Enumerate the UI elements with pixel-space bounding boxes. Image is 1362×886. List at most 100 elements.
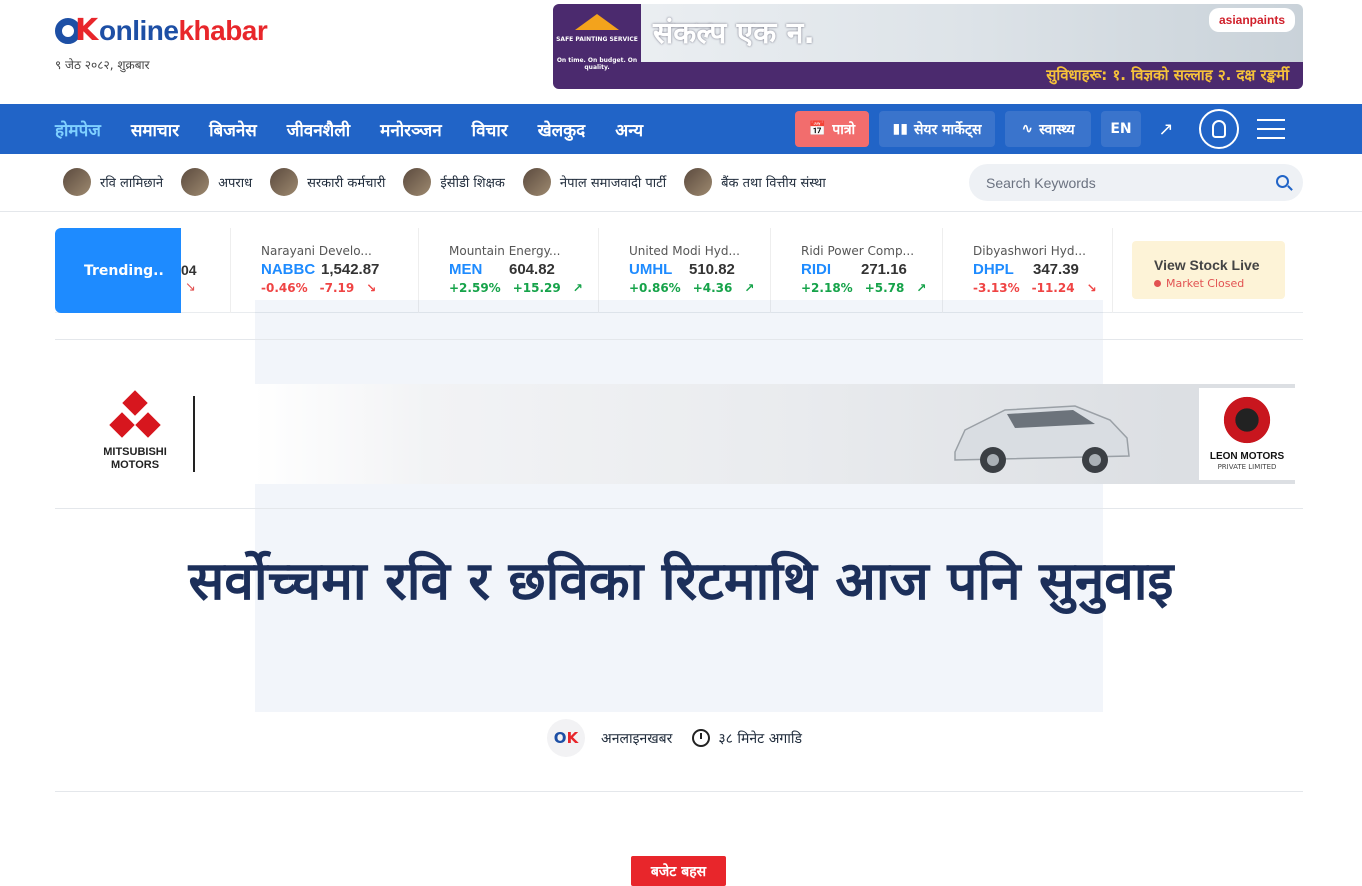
search-icon[interactable] [1276, 175, 1289, 188]
stock-price: 1,542.87 [321, 261, 380, 278]
category-tag[interactable]: बजेट बहस [631, 856, 726, 886]
patro-button[interactable]: 📅 पात्रो [795, 111, 869, 147]
clock-icon [692, 729, 711, 747]
health-button[interactable]: ∿ स्वास्थ्य [1005, 111, 1091, 147]
search-box [969, 164, 1303, 201]
stock-card[interactable]: Ridi Power Comp... RIDI 271.16 +2.18% +5.7… [771, 228, 943, 313]
arrow-up-icon: ↗ [572, 281, 583, 295]
brand-name: MITSUBISHI MOTORS [103, 446, 167, 471]
arrow-up-icon: ↗ [916, 281, 927, 295]
divider [55, 339, 1303, 340]
arrow-down-icon: ↘ [185, 280, 196, 295]
topic-avatar [63, 168, 91, 196]
divider [55, 508, 1303, 509]
menu-icon[interactable] [1257, 119, 1285, 139]
stock-price: 04 [181, 262, 197, 278]
topic-item[interactable]: अपराध [181, 168, 252, 196]
topic-avatar [270, 168, 299, 196]
share-market-button[interactable]: ▮▮ सेयर मार्केट्स [879, 111, 995, 147]
page: K onlinekhabar ९ जेठ २०८२, शुक्रबार SAFE… [0, 0, 1362, 886]
stock-change: -3.13% -11.24 ↘ [973, 281, 1097, 295]
topic-item[interactable]: बैंक तथा वित्तीय संस्था [684, 168, 826, 196]
article-headline: सर्वोच्चमा रवि र छविका रिटमाथि आज पनि सु… [188, 551, 1174, 612]
stock-price: 604.82 [509, 261, 555, 278]
current-date: ९ जेठ २०८२, शुक्रबार [55, 58, 150, 72]
nav-item-opinion[interactable]: विचार [472, 118, 508, 141]
article-byline: OK अनलाइनखबर ३८ मिनेट अगाडि [547, 718, 802, 758]
ad-title: संकल्प एक न. [653, 16, 815, 51]
trending-icon[interactable]: ↗ [1151, 111, 1181, 147]
lion-icon [1219, 394, 1275, 446]
stock-symbol: DHPL [973, 261, 1014, 278]
top-banner-ad[interactable]: SAFE PAINTING SERVICE On time. On budget… [553, 4, 1303, 89]
author-name[interactable]: अनलाइनखबर [601, 729, 672, 748]
candlestick-icon: ▮▮ [892, 121, 908, 137]
topic-item[interactable]: नेपाल समाजवादी पार्टी [522, 168, 666, 196]
stock-change: +2.59% +15.29 ↗ [449, 281, 583, 295]
topic-bar: रवि लामिछाने अपराध सरकारी कर्मचारी ईसीडी… [0, 154, 1362, 212]
stock-symbol: MEN [449, 261, 483, 278]
arrow-down-icon: ↘ [1086, 281, 1097, 295]
mitsubishi-logo: MITSUBISHI MOTORS [95, 390, 175, 472]
ad-brand: asianpaints [1208, 8, 1295, 32]
leon-motors-logo: LEON MOTORS PRIVATE LIMITED [1199, 388, 1295, 480]
stock-name: United Modi Hyd... [629, 244, 740, 258]
language-button[interactable]: EN [1101, 111, 1141, 147]
logo-text: onlinekhabar [99, 15, 268, 46]
arrow-down-icon: ↘ [366, 281, 377, 295]
arrow-up-icon: ↗ [744, 281, 755, 295]
stock-card[interactable]: Narayani Develo... NABBC 1,542.87 -0.46% -… [231, 228, 419, 313]
painting-service-badge: SAFE PAINTING SERVICE On time. On budget… [553, 4, 641, 89]
stock-name: Narayani Develo... [261, 244, 372, 258]
stock-name: Dibyashwori Hyd... [973, 244, 1086, 258]
nav-item-business[interactable]: बिजनेस [209, 118, 257, 141]
status-dot-icon [1154, 280, 1161, 287]
topic-item[interactable]: सरकारी कर्मचारी [270, 168, 385, 196]
author-avatar[interactable]: OK [547, 719, 585, 757]
pulse-icon: ∿ [1021, 121, 1034, 137]
publish-time: ३८ मिनेट अगाडि [718, 730, 803, 747]
stock-price: 271.16 [861, 261, 907, 278]
view-live-label: View Stock Live [1154, 257, 1260, 273]
topic-label: अपराध [218, 176, 253, 191]
topic-item[interactable]: ईसीडी शिक्षक [403, 168, 505, 196]
stock-symbol: UMHL [629, 261, 673, 278]
topic-item[interactable]: रवि लामिछाने [63, 168, 163, 196]
site-header: K onlinekhabar ९ जेठ २०८२, शुक्रबार SAFE… [0, 0, 1362, 104]
site-logo[interactable]: K onlinekhabar [55, 15, 268, 46]
three-diamond-icon [105, 390, 165, 442]
mitsubishi-banner-ad[interactable]: MITSUBISHI MOTORS LEON MOTORS PRIVATE LI… [55, 384, 1295, 484]
search-input[interactable] [986, 174, 1256, 191]
topic-label: बैंक तथा वित्तीय संस्था [721, 176, 826, 191]
stock-card[interactable]: United Modi Hyd... UMHL 510.82 +0.86% +4.3… [599, 228, 771, 313]
user-icon[interactable] [1199, 109, 1239, 149]
divider [55, 791, 1303, 792]
nav-item-other[interactable]: अन्य [615, 118, 643, 141]
nav-menu: होमपेज समाचार बिजनेस जीवनशैली मनोरञ्जन व… [55, 104, 673, 154]
nav-tools: 📅 पात्रो ▮▮ सेयर मार्केट्स ∿ स्वास्थ्य E… [795, 109, 1285, 149]
stock-card[interactable]: Dibyashwori Hyd... DHPL 347.39 -3.13% -11.… [943, 228, 1113, 313]
topic-label: सरकारी कर्मचारी [307, 176, 386, 191]
nav-item-home[interactable]: होमपेज [55, 118, 101, 141]
ad-strip: सुविधाहरू: १. विज्ञको सल्लाह २. दक्ष रङ्… [641, 62, 1303, 89]
nav-item-lifestyle[interactable]: जीवनशैली [287, 118, 350, 141]
share-market-label: सेयर मार्केट्स [913, 121, 982, 138]
nav-item-sports[interactable]: खेलकुद [538, 118, 586, 141]
stock-card[interactable]: Mountain Energy... MEN 604.82 +2.59% +15.2… [419, 228, 599, 313]
stock-name: Ridi Power Comp... [801, 244, 915, 258]
stock-card-partial[interactable]: 04 ↘ [181, 228, 231, 313]
trending-badge: Trending.. [55, 228, 181, 313]
topic-avatar [522, 168, 551, 196]
main-nav: होमपेज समाचार बिजनेस जीवनशैली मनोरञ्जन व… [0, 104, 1362, 154]
topic-list: रवि लामिछाने अपराध सरकारी कर्मचारी ईसीडी… [63, 166, 844, 198]
stock-price: 347.39 [1033, 261, 1079, 278]
divider [193, 396, 195, 472]
stock-change: +0.86% +4.36 ↗ [629, 281, 755, 295]
market-status: Market Closed [1154, 277, 1285, 290]
dealer-name: LEON MOTORS [1209, 451, 1285, 462]
nav-item-entertainment[interactable]: मनोरञ्जन [380, 118, 442, 141]
patro-label: पात्रो [832, 121, 856, 138]
nav-item-news[interactable]: समाचार [131, 118, 179, 141]
view-stock-live-button[interactable]: View Stock Live Market Closed [1132, 241, 1285, 299]
stock-price: 510.82 [689, 261, 735, 278]
